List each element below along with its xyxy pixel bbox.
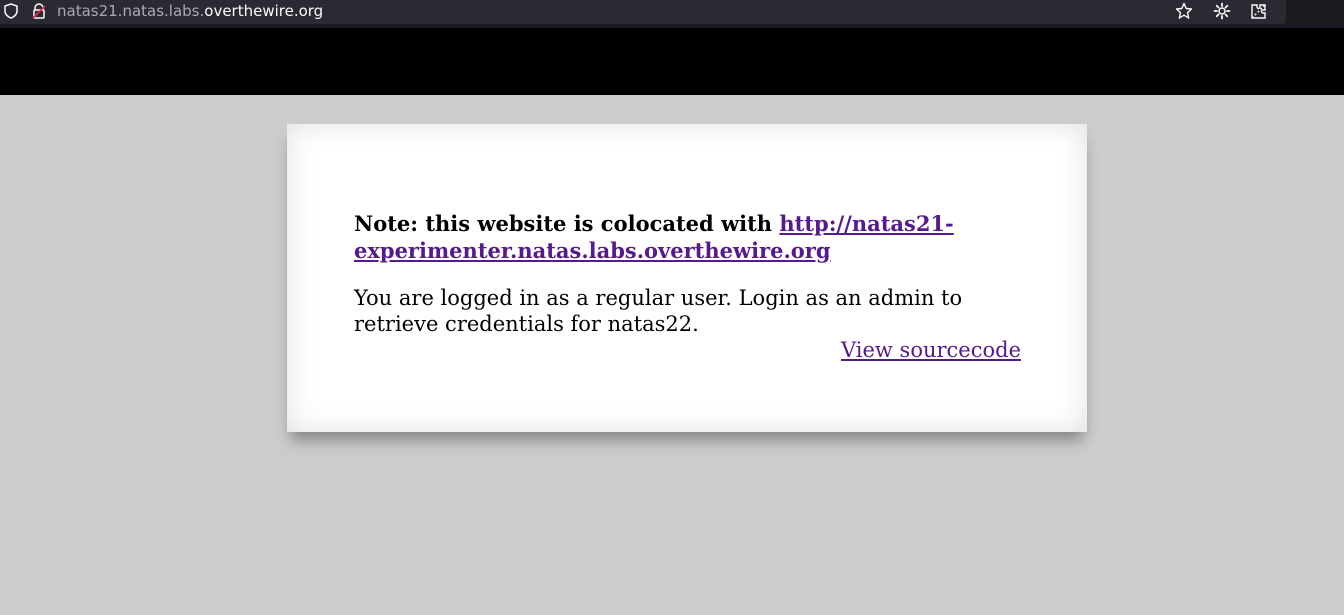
login-status-message: You are logged in as a regular user. Log… xyxy=(354,286,963,336)
url-domain: overthewire.org xyxy=(204,2,324,20)
shield-icon[interactable] xyxy=(4,3,20,19)
site-header xyxy=(0,28,1344,95)
url-prefix: natas21.natas.labs. xyxy=(57,2,205,20)
browser-toolbar: natas21.natas.labs.overthewire.org xyxy=(0,0,1344,28)
source-row: View sourcecode xyxy=(354,337,1021,363)
view-sourcecode-link[interactable]: View sourcecode xyxy=(841,338,1021,362)
lock-icon[interactable] xyxy=(31,3,47,19)
extension-icon[interactable] xyxy=(1249,1,1269,21)
url-text[interactable]: natas21.natas.labs.overthewire.org xyxy=(57,2,323,20)
content-card: Note: this website is colocated with htt… xyxy=(287,124,1087,432)
colocation-note: Note: this website is colocated with htt… xyxy=(354,210,1021,264)
star-icon[interactable] xyxy=(1174,1,1194,21)
address-bar[interactable]: natas21.natas.labs.overthewire.org xyxy=(0,0,1286,24)
note-label: Note: this website is colocated with xyxy=(354,211,780,236)
gear-icon[interactable] xyxy=(1212,1,1232,21)
